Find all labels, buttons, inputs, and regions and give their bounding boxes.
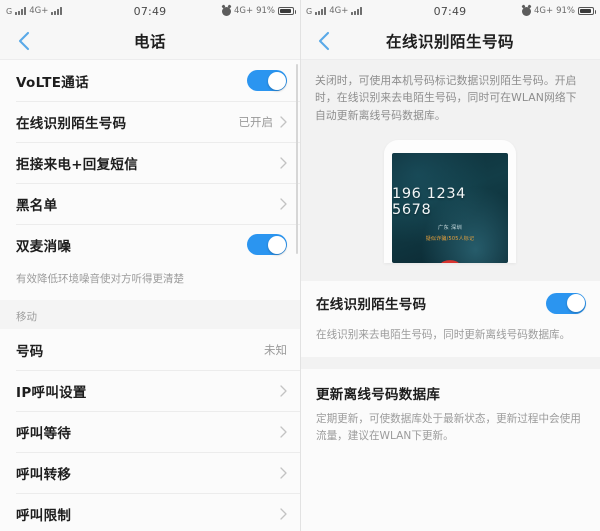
list-item-label: 在线识别陌生号码 <box>16 115 127 132</box>
list-item-trailing <box>280 467 287 479</box>
chevron-right-icon <box>280 115 287 128</box>
preview-illustration: 196 1234 5678 广东 深圳 疑似诈骗/505人标记 <box>300 134 600 282</box>
list-item-label: 双麦消噪 <box>16 238 72 255</box>
list-item-label: 黑名单 <box>16 197 58 214</box>
section-header-mobile: 移动 <box>0 300 300 330</box>
status-bar-left: G 4G+ 07:49 4G+ 91% <box>0 0 300 22</box>
list-item-ip-call-settings[interactable]: IP呼叫设置 <box>0 370 300 412</box>
update-database-header: 更新离线号码数据库 <box>300 369 600 404</box>
right-phone-screen: G 4G+ 07:49 4G+ 91% 在线识别陌生号码 关闭时，可使用本机号码… <box>300 0 600 531</box>
preview-phone-number: 196 1234 5678 <box>392 186 466 219</box>
back-chevron-icon <box>18 31 29 50</box>
online-identify-section: 在线识别陌生号码 在线识别来去电陌生号码，同时更新离线号码数据库。 <box>300 281 600 358</box>
feature-description: 关闭时，可使用本机号码标记数据识别陌生号码。开启时，在线识别来去电陌生号码，同时… <box>300 60 600 135</box>
online-identify-description: 在线识别来去电陌生号码，同时更新离线号码数据库。 <box>316 329 571 342</box>
list-item-label: 呼叫限制 <box>16 507 72 524</box>
nav-bar-left: 电话 <box>0 22 300 60</box>
list-item-value: 已开启 <box>238 114 274 129</box>
preview-spam-tag: 疑似诈骗/505人标记 <box>425 236 475 243</box>
battery-percent-label: 91% <box>256 6 275 16</box>
status-bar-right-cluster: 4G+ 91% <box>521 6 596 16</box>
network-type-right-label: 4G+ <box>533 6 554 16</box>
list-item-value: 未知 <box>264 342 287 357</box>
battery-icon <box>278 7 296 15</box>
list-item-trailing <box>247 234 287 255</box>
volte-toggle[interactable] <box>247 70 287 91</box>
alarm-clock-icon <box>221 6 231 16</box>
dual-screenshot-container: G 4G+ 07:49 4G+ 91% 电话 VoLTE通话 在线识别陌生号码 … <box>0 0 600 531</box>
update-database-section[interactable]: 更新离线号码数据库 定期更新，可使数据库处于最新状态，更新过程中会使用流量，建议… <box>300 369 600 459</box>
online-identify-row[interactable]: 在线识别陌生号码 <box>300 281 600 325</box>
online-identify-trailing <box>546 292 586 314</box>
back-chevron-icon <box>318 31 329 50</box>
dual-mic-toggle[interactable] <box>247 234 287 255</box>
list-item-trailing <box>280 385 287 397</box>
phone-settings-list: VoLTE通话 在线识别陌生号码 已开启 拒接来电+回复短信 黑名单 双麦消噪 … <box>0 60 300 301</box>
preview-location-label: 广东 深圳 <box>438 225 462 232</box>
status-bar-right-cluster: 4G+ 91% <box>221 6 296 16</box>
phone-mockup: 196 1234 5678 广东 深圳 疑似诈骗/505人标记 <box>384 140 516 264</box>
list-item-trailing: 未知 <box>264 342 287 358</box>
back-button[interactable] <box>0 22 46 60</box>
list-item-volte[interactable]: VoLTE通话 <box>0 60 300 101</box>
chevron-right-icon <box>280 197 287 210</box>
list-item-label: 呼叫转移 <box>16 466 72 483</box>
online-identify-label: 在线识别陌生号码 <box>316 297 427 314</box>
vertical-scrollbar[interactable] <box>296 64 298 254</box>
battery-percent-label: 91% <box>556 6 575 16</box>
list-item-label: 号码 <box>16 343 44 360</box>
list-item-reject-reply[interactable]: 拒接来电+回复短信 <box>0 142 300 183</box>
incoming-call-preview: 196 1234 5678 广东 深圳 疑似诈骗/505人标记 <box>392 153 508 264</box>
mobile-settings-list: 号码 未知 IP呼叫设置 呼叫等待 呼叫转移 呼叫限制 <box>0 329 300 531</box>
update-database-title: 更新离线号码数据库 <box>316 387 441 404</box>
chevron-right-icon <box>280 508 287 520</box>
list-item-trailing <box>247 70 287 91</box>
chevron-right-icon <box>280 156 287 169</box>
noise-reduction-hint: 有效降低环境噪音使对方听得更清楚 <box>0 265 300 301</box>
back-button[interactable] <box>300 22 346 60</box>
list-item-call-barring[interactable]: 呼叫限制 <box>0 493 300 531</box>
right-content-column: 关闭时，可使用本机号码标记数据识别陌生号码。开启时，在线识别来去电陌生号码，同时… <box>300 60 600 531</box>
online-identify-toggle[interactable] <box>546 292 586 314</box>
list-item-number[interactable]: 号码 未知 <box>0 329 300 371</box>
status-bar-right: G 4G+ 07:49 4G+ 91% <box>300 0 600 22</box>
list-item-call-forwarding[interactable]: 呼叫转移 <box>0 452 300 494</box>
list-item-blacklist[interactable]: 黑名单 <box>0 183 300 224</box>
nav-bar-right: 在线识别陌生号码 <box>300 22 600 60</box>
chevron-right-icon <box>280 385 287 397</box>
list-item-trailing <box>280 426 287 438</box>
alarm-clock-icon <box>521 6 531 16</box>
section-divider <box>300 357 600 370</box>
left-scroll-area: VoLTE通话 在线识别陌生号码 已开启 拒接来电+回复短信 黑名单 双麦消噪 … <box>0 60 300 531</box>
list-item-online-identify[interactable]: 在线识别陌生号码 已开启 <box>0 101 300 142</box>
list-item-trailing <box>280 508 287 520</box>
network-type-right-label: 4G+ <box>233 6 254 16</box>
left-phone-screen: G 4G+ 07:49 4G+ 91% 电话 VoLTE通话 在线识别陌生号码 … <box>0 0 300 531</box>
list-item-label: 呼叫等待 <box>16 425 72 442</box>
list-item-trailing: 已开启 <box>239 114 288 130</box>
list-item-call-waiting[interactable]: 呼叫等待 <box>0 411 300 453</box>
update-database-description: 定期更新，可使数据库处于最新状态，更新过程中会使用流量，建议在WLAN下更新。 <box>316 413 581 443</box>
right-filler <box>300 458 600 531</box>
list-item-label: 拒接来电+回复短信 <box>16 156 139 173</box>
chevron-right-icon <box>280 467 287 479</box>
hangup-call-icon <box>439 253 461 264</box>
list-item-dual-mic-noise-reduction[interactable]: 双麦消噪 <box>0 224 300 265</box>
list-item-trailing <box>280 156 287 169</box>
list-item-trailing <box>280 197 287 210</box>
battery-icon <box>578 7 596 15</box>
list-item-label: IP呼叫设置 <box>16 384 87 401</box>
chevron-right-icon <box>280 426 287 438</box>
list-item-label: VoLTE通话 <box>16 74 89 91</box>
